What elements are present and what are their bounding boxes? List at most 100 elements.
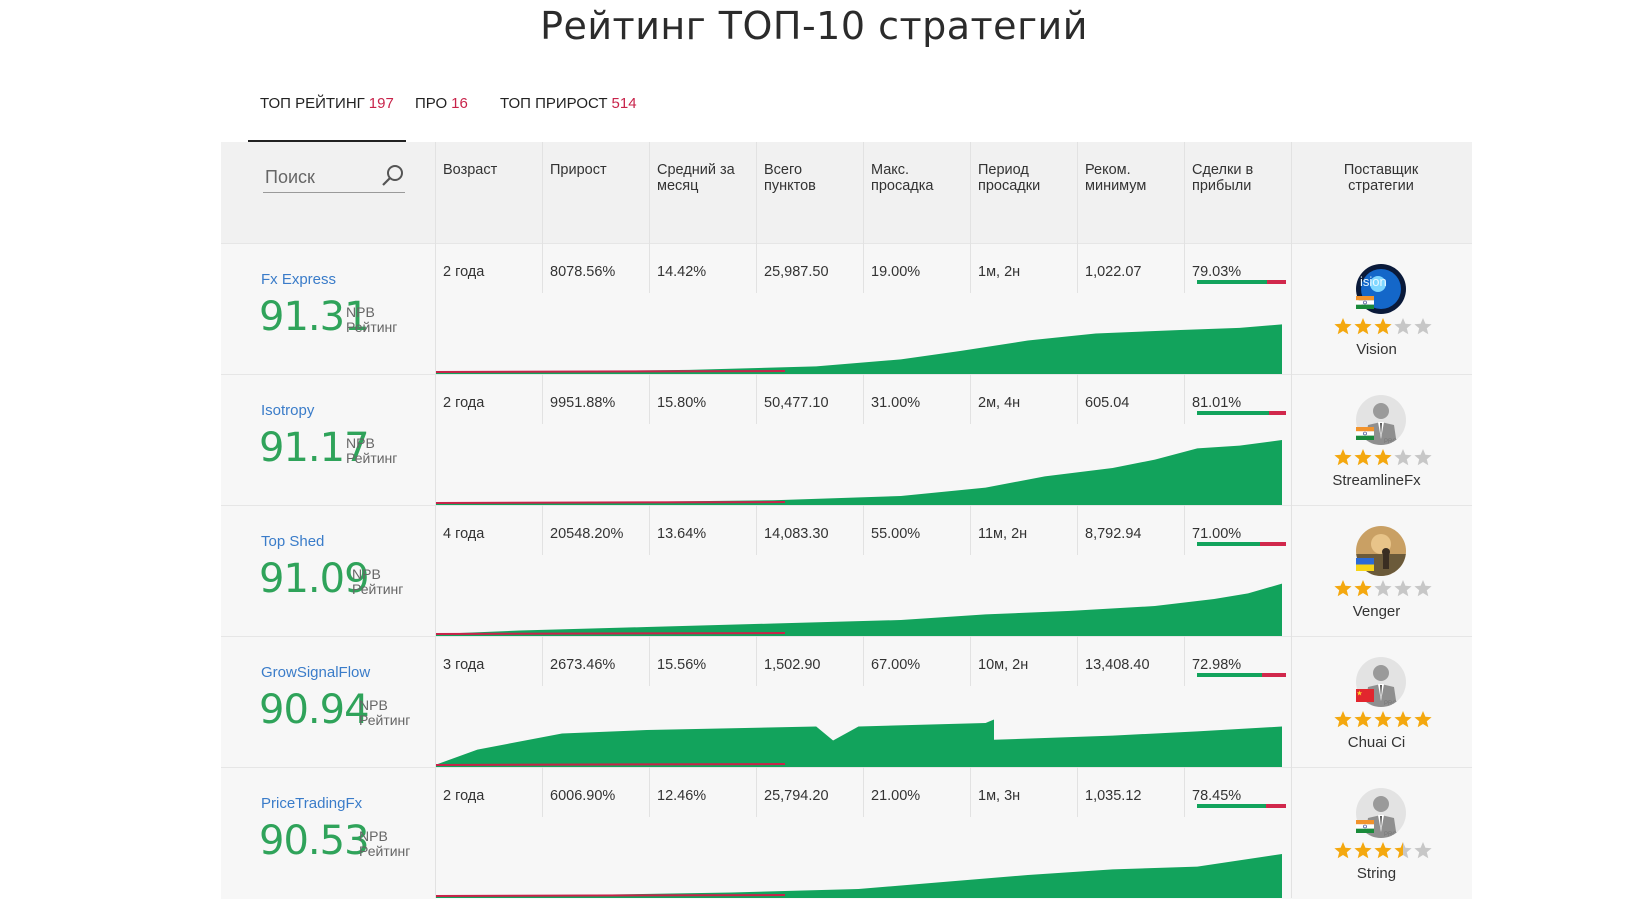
equity-area	[435, 719, 1282, 767]
equity-area	[435, 440, 1282, 505]
equity-baseline	[435, 894, 786, 897]
equity-chart[interactable]	[435, 425, 1282, 505]
cell-monthly: 13.64%	[657, 526, 707, 542]
profit-trades-bar	[1197, 804, 1286, 808]
strategy-name-link[interactable]: Isotropy	[261, 402, 314, 419]
column-divider	[1291, 243, 1292, 374]
star-icon	[1394, 318, 1412, 335]
column-divider	[1077, 243, 1078, 293]
equity-baseline	[435, 370, 786, 373]
column-divider	[435, 374, 436, 505]
header-age: Возраст	[443, 162, 498, 178]
tab-top-growth[interactable]: ТОП ПРИРОСТ 514	[488, 86, 649, 142]
table-row[interactable]: Isotropy 91.17 NPB Рейтинг 2 года 9951.88% 15.…	[221, 374, 1472, 506]
tab-label: ТОП РЕЙТИНГ	[260, 95, 365, 112]
star-icon	[1414, 580, 1432, 597]
column-divider	[863, 374, 864, 424]
column-divider	[863, 142, 864, 243]
column-divider	[1184, 243, 1185, 293]
equity-chart[interactable]	[435, 556, 1282, 636]
cell-age: 2 года	[443, 264, 485, 280]
column-divider	[863, 243, 864, 293]
column-divider	[542, 767, 543, 817]
tab-pro[interactable]: ПРО 16	[403, 86, 480, 142]
cell-max-dd: 55.00%	[871, 526, 921, 542]
tab-count: 514	[611, 95, 637, 112]
provider-name[interactable]: Venger	[1281, 603, 1472, 620]
tab-top-rating[interactable]: ТОП РЕЙТИНГ 197	[248, 86, 406, 142]
header-points: Всего пунктов	[764, 162, 816, 194]
cell-max-dd: 67.00%	[871, 657, 921, 673]
equity-baseline	[435, 632, 786, 635]
star-icon	[1374, 318, 1392, 335]
star-icon	[1354, 318, 1372, 335]
provider-cell[interactable]: PROF StreamlineFx	[1281, 375, 1472, 506]
provider-cell[interactable]: ision Vision	[1281, 244, 1472, 375]
table-row[interactable]: Fx Express 91.31 NPB Рейтинг 2 года 8078.56% 1…	[221, 243, 1472, 375]
cell-growth: 2673.46%	[550, 657, 616, 673]
cell-dd-period: 1м, 3н	[978, 788, 1021, 804]
column-divider	[649, 374, 650, 424]
profit-trades-bar	[1197, 542, 1286, 546]
equity-chart[interactable]	[435, 818, 1282, 898]
column-divider	[1184, 636, 1185, 686]
column-divider	[970, 374, 971, 424]
profit-trades-bar	[1197, 411, 1286, 415]
header-max-drawdown: Макс. просадка	[871, 162, 934, 194]
provider-name[interactable]: String	[1281, 865, 1472, 882]
strategy-name-link[interactable]: PriceTradingFx	[261, 795, 362, 812]
star-icon	[1414, 449, 1432, 466]
cell-monthly: 15.56%	[657, 657, 707, 673]
table-header: Возраст Прирост Средний за месяц Всего п…	[221, 142, 1472, 243]
column-divider	[649, 142, 650, 243]
header-growth: Прирост	[550, 162, 607, 178]
cell-age: 2 года	[443, 788, 485, 804]
cell-max-dd: 19.00%	[871, 264, 921, 280]
cell-points: 14,083.30	[764, 526, 829, 542]
column-divider	[756, 767, 757, 817]
rating-label: Рейтинг	[346, 450, 398, 466]
column-divider	[1184, 505, 1185, 555]
star-icon	[1374, 449, 1392, 466]
profit-trades-fill	[1197, 411, 1270, 415]
search-icon[interactable]	[381, 164, 405, 188]
provider-name[interactable]: Chuai Ci	[1281, 734, 1472, 751]
country-flag-icon	[1356, 689, 1374, 702]
star-icon	[1414, 711, 1432, 728]
strategy-name-link[interactable]: GrowSignalFlow	[261, 664, 370, 681]
table-row[interactable]: Top Shed 91.09 NPB Рейтинг 4 года 20548.20% 13…	[221, 505, 1472, 637]
npb-rating-label: NPB Рейтинг	[359, 829, 410, 859]
cell-max-dd: 21.00%	[871, 788, 921, 804]
provider-rating-stars	[1334, 842, 1432, 859]
provider-cell[interactable]: PROF Chuai Ci	[1281, 637, 1472, 768]
column-divider	[970, 636, 971, 686]
provider-name[interactable]: StreamlineFx	[1281, 472, 1472, 489]
column-divider	[863, 636, 864, 686]
table-row[interactable]: GrowSignalFlow 90.94 NPB Рейтинг 3 года 2673.…	[221, 636, 1472, 768]
tab-count: 16	[451, 95, 468, 112]
equity-chart[interactable]	[435, 687, 1282, 767]
strategy-name-link[interactable]: Fx Express	[261, 271, 336, 288]
column-divider	[1077, 142, 1078, 243]
column-divider	[542, 243, 543, 293]
star-icon	[1354, 580, 1372, 597]
cell-profit-trades: 79.03%	[1192, 264, 1242, 280]
cell-monthly: 15.80%	[657, 395, 707, 411]
provider-cell[interactable]: PROF String	[1281, 768, 1472, 899]
rating-label: Рейтинг	[346, 319, 398, 335]
cell-age: 3 года	[443, 657, 485, 673]
equity-area	[435, 583, 1282, 636]
search-input[interactable]	[263, 162, 377, 192]
column-divider	[542, 636, 543, 686]
cell-points: 25,987.50	[764, 264, 829, 280]
cell-profit-trades: 78.45%	[1192, 788, 1242, 804]
table-row[interactable]: PriceTradingFx 90.53 NPB Рейтинг 2 года 6006.…	[221, 767, 1472, 899]
equity-chart[interactable]	[435, 294, 1282, 374]
cell-growth: 20548.20%	[550, 526, 624, 542]
svg-text:ision: ision	[1360, 274, 1387, 289]
strategy-name-link[interactable]: Top Shed	[261, 533, 324, 550]
provider-cell[interactable]: Venger	[1281, 506, 1472, 637]
provider-name[interactable]: Vision	[1281, 341, 1472, 358]
star-icon	[1374, 580, 1392, 597]
column-divider	[435, 767, 436, 898]
